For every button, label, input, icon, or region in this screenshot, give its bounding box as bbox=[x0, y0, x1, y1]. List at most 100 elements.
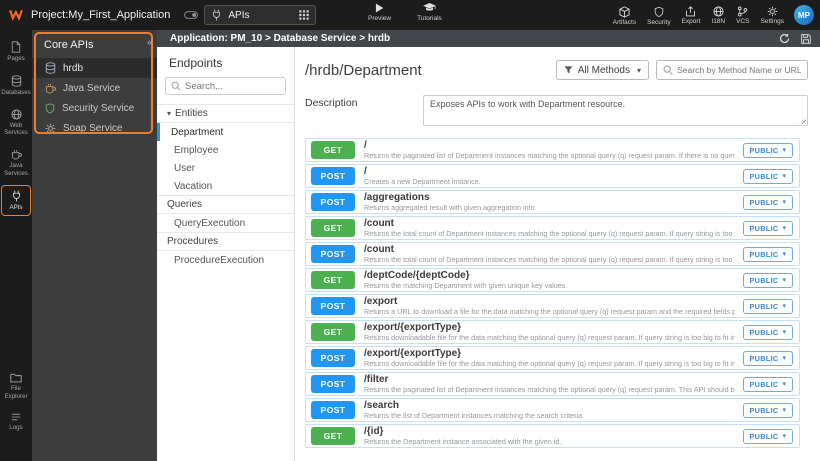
access-dropdown[interactable]: PUBLIC ▾ bbox=[742, 272, 793, 288]
sidebar-item-apis[interactable]: APIs bbox=[1, 184, 31, 217]
sidebar-item-pages[interactable]: Pages bbox=[1, 36, 31, 68]
sidebar-item-databases[interactable]: Databases bbox=[1, 70, 31, 102]
core-api-item-label: hrdb bbox=[63, 62, 84, 74]
sidebar-item-java-services[interactable]: Java Services bbox=[1, 144, 31, 183]
access-dropdown[interactable]: PUBLIC ▾ bbox=[742, 428, 793, 444]
endpoint-path: /search bbox=[364, 400, 400, 412]
caret-down-icon: ▾ bbox=[782, 406, 786, 414]
endpoints-section-procedures[interactable]: Procedures bbox=[157, 232, 294, 251]
left-sidebar-bottom: File Explorer Logs bbox=[1, 368, 31, 439]
method-search-input[interactable] bbox=[677, 65, 801, 75]
database-icon bbox=[11, 75, 22, 87]
methods-filter-dropdown[interactable]: All Methods ▾ bbox=[555, 60, 649, 80]
api-endpoint-row[interactable]: GET/deptCode/{deptCode} Returns the match… bbox=[305, 268, 800, 292]
refresh-icon[interactable] bbox=[779, 33, 790, 44]
settings-button[interactable]: Settings bbox=[760, 6, 785, 26]
access-dropdown[interactable]: PUBLIC ▾ bbox=[742, 298, 793, 314]
action-label: Settings bbox=[760, 17, 785, 25]
endpoint-path: /filter bbox=[364, 374, 389, 386]
access-dropdown[interactable]: PUBLIC ▾ bbox=[742, 194, 793, 210]
api-endpoint-row[interactable]: GET /{id} Returns the Department instance … bbox=[305, 424, 800, 448]
endpoint-path: /{id} bbox=[364, 426, 384, 438]
caret-down-icon: ▾ bbox=[782, 380, 786, 388]
endpoint-description: Creates a new Department instance. bbox=[364, 178, 481, 186]
endpoint-text: /filter Returns the paginated list of Dep… bbox=[364, 374, 735, 394]
core-api-item-soap-service[interactable]: Soap Service bbox=[32, 118, 157, 138]
access-dropdown[interactable]: PUBLIC ▾ bbox=[742, 324, 793, 340]
access-dropdown[interactable]: PUBLIC ▾ bbox=[742, 142, 793, 158]
artifacts-button[interactable]: Artifacts bbox=[613, 5, 636, 26]
api-endpoint-row[interactable]: POST / Creates a new Department instance. P… bbox=[305, 164, 800, 188]
action-label: Security bbox=[647, 18, 671, 26]
coffee-icon bbox=[11, 149, 22, 160]
caret-down-icon: ▾ bbox=[782, 432, 786, 440]
api-endpoint-row[interactable]: POST/filter Returns the paginated list of… bbox=[305, 372, 800, 396]
access-label: PUBLIC bbox=[749, 249, 779, 259]
caret-down-icon: ▾ bbox=[782, 276, 786, 284]
tutorials-button[interactable]: Tutorials bbox=[417, 3, 442, 22]
endpoint-item-vacation[interactable]: Vacation bbox=[157, 177, 294, 195]
caret-down-icon: ▾ bbox=[782, 328, 786, 336]
endpoint-description: Returns the total count of Department in… bbox=[364, 256, 735, 264]
api-endpoint-row[interactable]: POST/export/{exportType} Returns download… bbox=[305, 346, 800, 370]
save-icon[interactable] bbox=[801, 33, 811, 44]
access-dropdown[interactable]: PUBLIC ▾ bbox=[742, 350, 793, 366]
breadcrumb-actions bbox=[779, 33, 811, 44]
action-label: VCS bbox=[736, 17, 750, 25]
access-dropdown[interactable]: PUBLIC ▾ bbox=[742, 402, 793, 418]
core-api-item-security-service[interactable]: Security Service bbox=[32, 98, 157, 118]
artifacts-icon bbox=[619, 5, 630, 18]
core-api-item-hrdb[interactable]: hrdb bbox=[32, 58, 157, 78]
section-label: Procedures bbox=[167, 236, 219, 247]
export-button[interactable]: Export bbox=[682, 5, 700, 26]
i18n-button[interactable]: I18N bbox=[711, 5, 725, 26]
left-sidebar: Pages Databases Web Services Java Services A… bbox=[0, 30, 32, 461]
endpoint-item-queryexecution[interactable]: QueryExecution bbox=[157, 214, 294, 232]
project-name: Project:My_First_Application bbox=[31, 9, 171, 21]
security-button[interactable]: Security bbox=[647, 6, 671, 26]
grid-icon[interactable] bbox=[299, 10, 310, 20]
api-endpoint-row[interactable]: GET/export/{exportType} Returns downloada… bbox=[305, 320, 800, 344]
sidebar-item-logs[interactable]: Logs bbox=[1, 407, 31, 437]
endpoint-item-employee[interactable]: Employee bbox=[157, 141, 294, 159]
api-endpoint-row[interactable]: POST/aggregations Returns aggregated resu… bbox=[305, 190, 800, 214]
caret-down-icon: ▾ bbox=[782, 302, 786, 310]
sidebar-item-label: Java Services bbox=[4, 162, 28, 177]
endpoint-description: Returns the matching Department with giv… bbox=[364, 282, 568, 290]
access-label: PUBLIC bbox=[749, 301, 779, 311]
sidebar-item-web-services[interactable]: Web Services bbox=[1, 104, 31, 143]
folder-icon bbox=[10, 373, 22, 383]
method-search bbox=[656, 60, 808, 80]
endpoint-path: /aggregations bbox=[364, 192, 430, 204]
api-endpoint-row[interactable]: POST/export Returns a URL to download a f… bbox=[305, 294, 800, 318]
endpoint-text: /{id} Returns the Department instance ass… bbox=[364, 426, 735, 446]
endpoint-item-department[interactable]: Department bbox=[157, 123, 294, 141]
endpoint-item-procedureexecution[interactable]: ProcedureExecution bbox=[157, 251, 294, 269]
preview-button[interactable]: Preview bbox=[368, 3, 391, 22]
sidebar-item-file-explorer[interactable]: File Explorer bbox=[1, 368, 31, 406]
core-apis-list: hrdb Java Service Security Service Soap Ser… bbox=[32, 58, 157, 138]
sidebar-item-label: Logs bbox=[9, 424, 23, 432]
api-endpoint-row[interactable]: POST/search Returns the list of Departmen… bbox=[305, 398, 800, 422]
collapse-panel-button[interactable]: « bbox=[147, 37, 153, 49]
page-title: /hrdb/Department bbox=[305, 61, 422, 79]
api-endpoint-row[interactable]: GET / Returns the paginated list of Depart… bbox=[305, 138, 800, 162]
endpoints-section-entities[interactable]: ▾ Entities bbox=[157, 104, 294, 123]
description-textarea[interactable]: Exposes APIs to work with Department res… bbox=[423, 95, 808, 126]
api-endpoint-row[interactable]: GET/count Returns the total count of Depa… bbox=[305, 216, 800, 240]
access-dropdown[interactable]: PUBLIC ▾ bbox=[742, 376, 793, 392]
workspace-dropdown[interactable]: APIs bbox=[204, 5, 317, 25]
access-dropdown[interactable]: PUBLIC ▾ bbox=[742, 168, 793, 184]
access-dropdown[interactable]: PUBLIC ▾ bbox=[742, 220, 793, 236]
endpoints-search-input[interactable] bbox=[185, 80, 280, 92]
core-api-item-java-service[interactable]: Java Service bbox=[32, 78, 157, 98]
endpoint-text: /search Returns the list of Department in… bbox=[364, 400, 735, 420]
vcs-button[interactable]: VCS bbox=[736, 6, 750, 26]
endpoints-section-queries[interactable]: Queries bbox=[157, 195, 294, 214]
avatar[interactable]: MP bbox=[794, 5, 814, 25]
access-dropdown[interactable]: PUBLIC ▾ bbox=[742, 246, 793, 262]
caret-down-icon: ▾ bbox=[782, 224, 786, 232]
endpoint-item-user[interactable]: User bbox=[157, 159, 294, 177]
api-endpoint-row[interactable]: POST/count Returns the total count of Dep… bbox=[305, 242, 800, 266]
switch-icon[interactable] bbox=[184, 11, 199, 19]
